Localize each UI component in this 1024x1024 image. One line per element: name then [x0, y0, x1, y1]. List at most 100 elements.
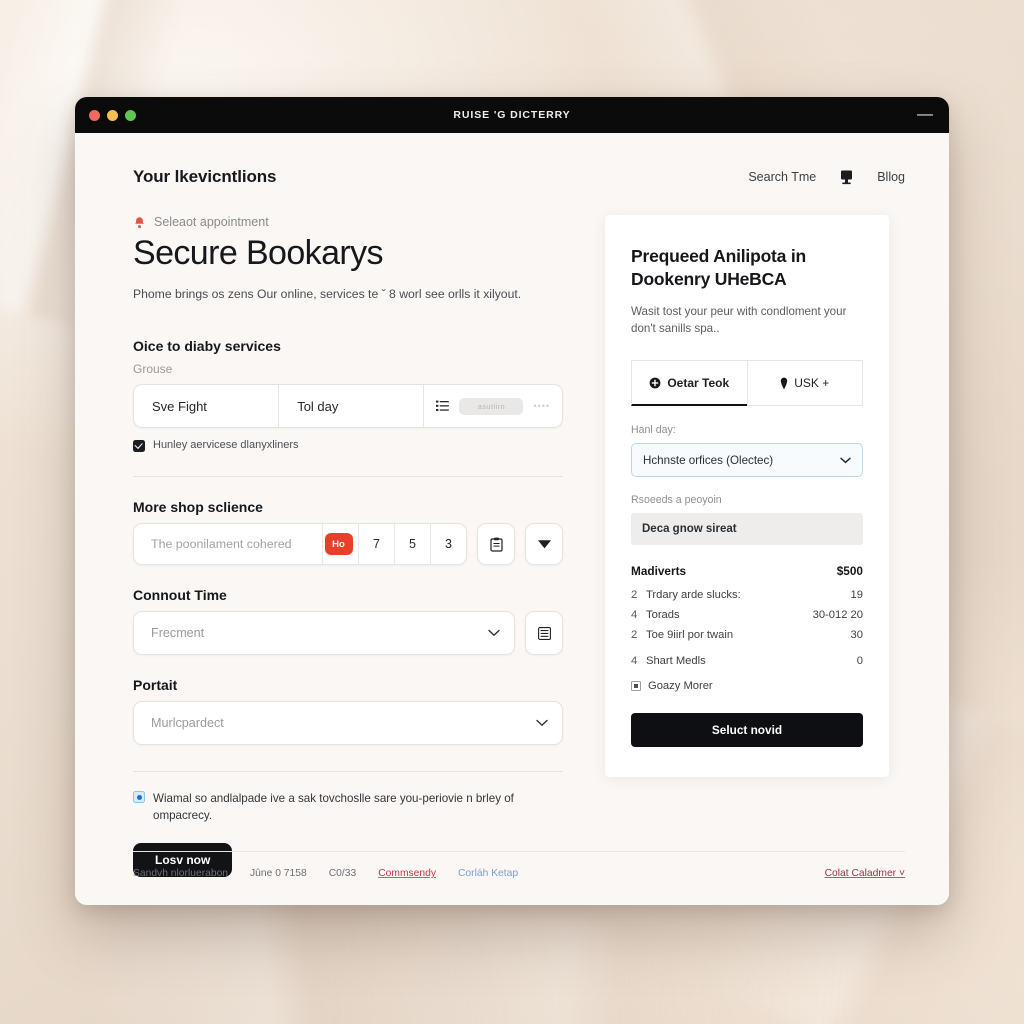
chevron-down-icon: [488, 629, 500, 637]
summary-row: 4 Torads 30-012 20: [631, 609, 863, 621]
summary-row-value: 0: [856, 655, 863, 668]
card-readonly-label: Rsoeeds a peoyoin: [631, 494, 722, 507]
card-submit-button[interactable]: Seluct novid: [631, 713, 863, 748]
connect-list-button[interactable]: [525, 611, 563, 656]
window-content: Your lkevicntlions Search Tme Bllog Sele…: [75, 133, 949, 905]
summary-row-value: 19: [850, 589, 863, 602]
pin-icon: [780, 377, 788, 390]
services-checkbox[interactable]: [133, 440, 145, 453]
clipboard-icon: [489, 537, 503, 552]
summary-more-checkbox[interactable]: [631, 681, 641, 692]
card-tab-label: USK +: [794, 376, 830, 391]
chevron-down-icon: [536, 719, 548, 727]
services-section-title: Oice to diaby services: [133, 338, 281, 355]
footer-item-code: C0/33: [328, 868, 357, 879]
service-tab-tol-day[interactable]: Tol day: [279, 385, 425, 428]
quantity-option-7[interactable]: 7: [358, 524, 394, 565]
summary-row-value: 30: [850, 629, 863, 642]
footer-link-corlah-ketap[interactable]: Corláh Ketap: [458, 868, 518, 879]
hero-eyebrow-label: Seleaot appointment: [154, 215, 269, 229]
summary-row-name: Torads: [646, 609, 680, 622]
list-lines-icon: [537, 626, 551, 640]
footer-link-commsendy[interactable]: Commsendy: [378, 868, 436, 879]
quantity-badge[interactable]: Ho: [324, 533, 353, 556]
window-title: RUISE 'G DICTERRY: [453, 109, 571, 121]
portait-section-title: Portait: [133, 677, 178, 694]
quantity-section-title: More shop sclience: [133, 499, 263, 516]
section-divider: [133, 476, 563, 478]
hero-title: Secure Bookarys: [133, 234, 384, 272]
quantity-option-3[interactable]: 3: [430, 524, 466, 565]
hero-eyebrow: Seleaot appointment: [133, 215, 563, 229]
footer-item-date: Jûne 0 7158: [250, 868, 307, 879]
connect-select[interactable]: Frecment: [133, 611, 515, 656]
summary-more-label: Goazy Morer: [648, 680, 713, 693]
section-divider: [133, 771, 563, 773]
summary-row-name: Toe 9iirl por twain: [646, 629, 734, 642]
summary-row: 2 Trdary arde slucks: 19: [631, 589, 863, 601]
window-traffic-lights: [89, 109, 136, 121]
summary-more-row[interactable]: Goazy Morer: [631, 680, 863, 692]
summary-row-name: Trdary arde slucks:: [646, 589, 741, 602]
card-tab-oetar-teok[interactable]: Oetar Teok: [631, 360, 747, 407]
portait-select-value: Murlcpardect: [151, 716, 224, 731]
footer-left-links: Sandvh nlorluerabon Jûne 0 7158 C0/33 Co…: [133, 868, 518, 879]
service-tab-group: Sve Fight Tol day asutiirn ••••: [133, 384, 563, 429]
summary-header-value: $500: [836, 564, 863, 579]
card-select-label: Hanl day:: [631, 424, 676, 437]
summary-row-value: 30-012 20: [812, 609, 863, 622]
consent-label: Wiamal so andlalpade ive a sak tovchosll…: [153, 792, 514, 823]
summary-card: Prequeed Anilipota in Dookenry UHeBCA Wa…: [605, 215, 889, 778]
list-icon: [436, 400, 450, 412]
summary-row-qty: 4: [631, 609, 638, 622]
alert-bell-icon: [133, 216, 146, 229]
nav-item-search-time[interactable]: Search Tme: [748, 170, 816, 184]
summary-card-column: Prequeed Anilipota in Dookenry UHeBCA Wa…: [605, 215, 889, 778]
main-form-column: Seleaot appointment Secure Bookarys Phom…: [133, 215, 563, 877]
consent-checkbox[interactable]: [133, 791, 145, 804]
connect-row: Frecment: [133, 611, 563, 656]
minimize-window-button[interactable]: [107, 109, 118, 121]
utility-chip: asutiirn: [459, 397, 524, 415]
summary-row-qty: 4: [631, 655, 638, 668]
overflow-ellipsis[interactable]: ••••: [533, 401, 550, 411]
quantity-option-5[interactable]: 5: [394, 524, 430, 565]
quantity-placeholder[interactable]: The poonilament cohered: [134, 524, 322, 564]
service-tab-utility[interactable]: asutiirn ••••: [424, 385, 562, 427]
nav-item-blog[interactable]: Bllog: [877, 170, 905, 184]
footer: Sandvh nlorluerabon Jûne 0 7158 C0/33 Co…: [133, 851, 905, 879]
services-checkbox-row[interactable]: Hunley aervicese dlanyxliners: [133, 439, 563, 453]
card-tab-usk[interactable]: USK +: [746, 360, 863, 407]
consent-row[interactable]: Wiamal so andlalpade ive a sak tovchosll…: [133, 790, 563, 825]
window-titlebar: RUISE 'G DICTERRY —: [75, 97, 949, 133]
connect-section-title: Connout Time: [133, 587, 227, 604]
portait-select[interactable]: Murlcpardect: [133, 701, 563, 746]
quantity-option-selected-wrap: Ho: [322, 524, 358, 565]
card-tab-group: Oetar Teok USK +: [631, 360, 863, 407]
card-select-value: Hchnste orfices (Olectec): [643, 453, 774, 467]
bookmark-button[interactable]: [525, 523, 563, 566]
summary-row-name: Shart Medls: [646, 655, 706, 668]
card-select[interactable]: Hchnste orfices (Olectec): [631, 443, 863, 478]
quantity-input-group: The poonilament cohered Ho 7 5 3: [133, 523, 563, 566]
services-checkbox-label: Hunley aervicese dlanyxliners: [153, 439, 299, 452]
page-header: Your lkevicntlions Search Tme Bllog: [133, 167, 905, 187]
close-window-button[interactable]: [89, 109, 100, 121]
monitor-icon[interactable]: [840, 170, 853, 185]
app-window: RUISE 'G DICTERRY — Your lkevicntlions S…: [75, 97, 949, 905]
connect-select-value: Frecment: [151, 626, 205, 641]
chevron-down-icon: [840, 457, 851, 464]
card-subtitle: Wasit tost your peur with condloment you…: [631, 304, 847, 336]
footer-link-colat-caladmer[interactable]: Colat Caladmer ˅: [825, 868, 905, 879]
summary-header: Madiverts $500: [631, 564, 863, 578]
service-tab-sve-fight[interactable]: Sve Fight: [134, 385, 280, 428]
titlebar-minimize-icon[interactable]: —: [915, 107, 935, 123]
hero-subtitle: Phome brings os zens Our online, service…: [133, 287, 522, 302]
clipboard-button[interactable]: [477, 523, 515, 566]
maximize-window-button[interactable]: [125, 109, 136, 121]
summary-row: 4 Shart Medls 0: [631, 655, 863, 667]
summary-row-qty: 2: [631, 589, 638, 602]
plus-circle-icon: [649, 377, 661, 389]
page-title: Your lkevicntlions: [133, 167, 277, 186]
card-tab-label: Oetar Teok: [667, 375, 730, 390]
